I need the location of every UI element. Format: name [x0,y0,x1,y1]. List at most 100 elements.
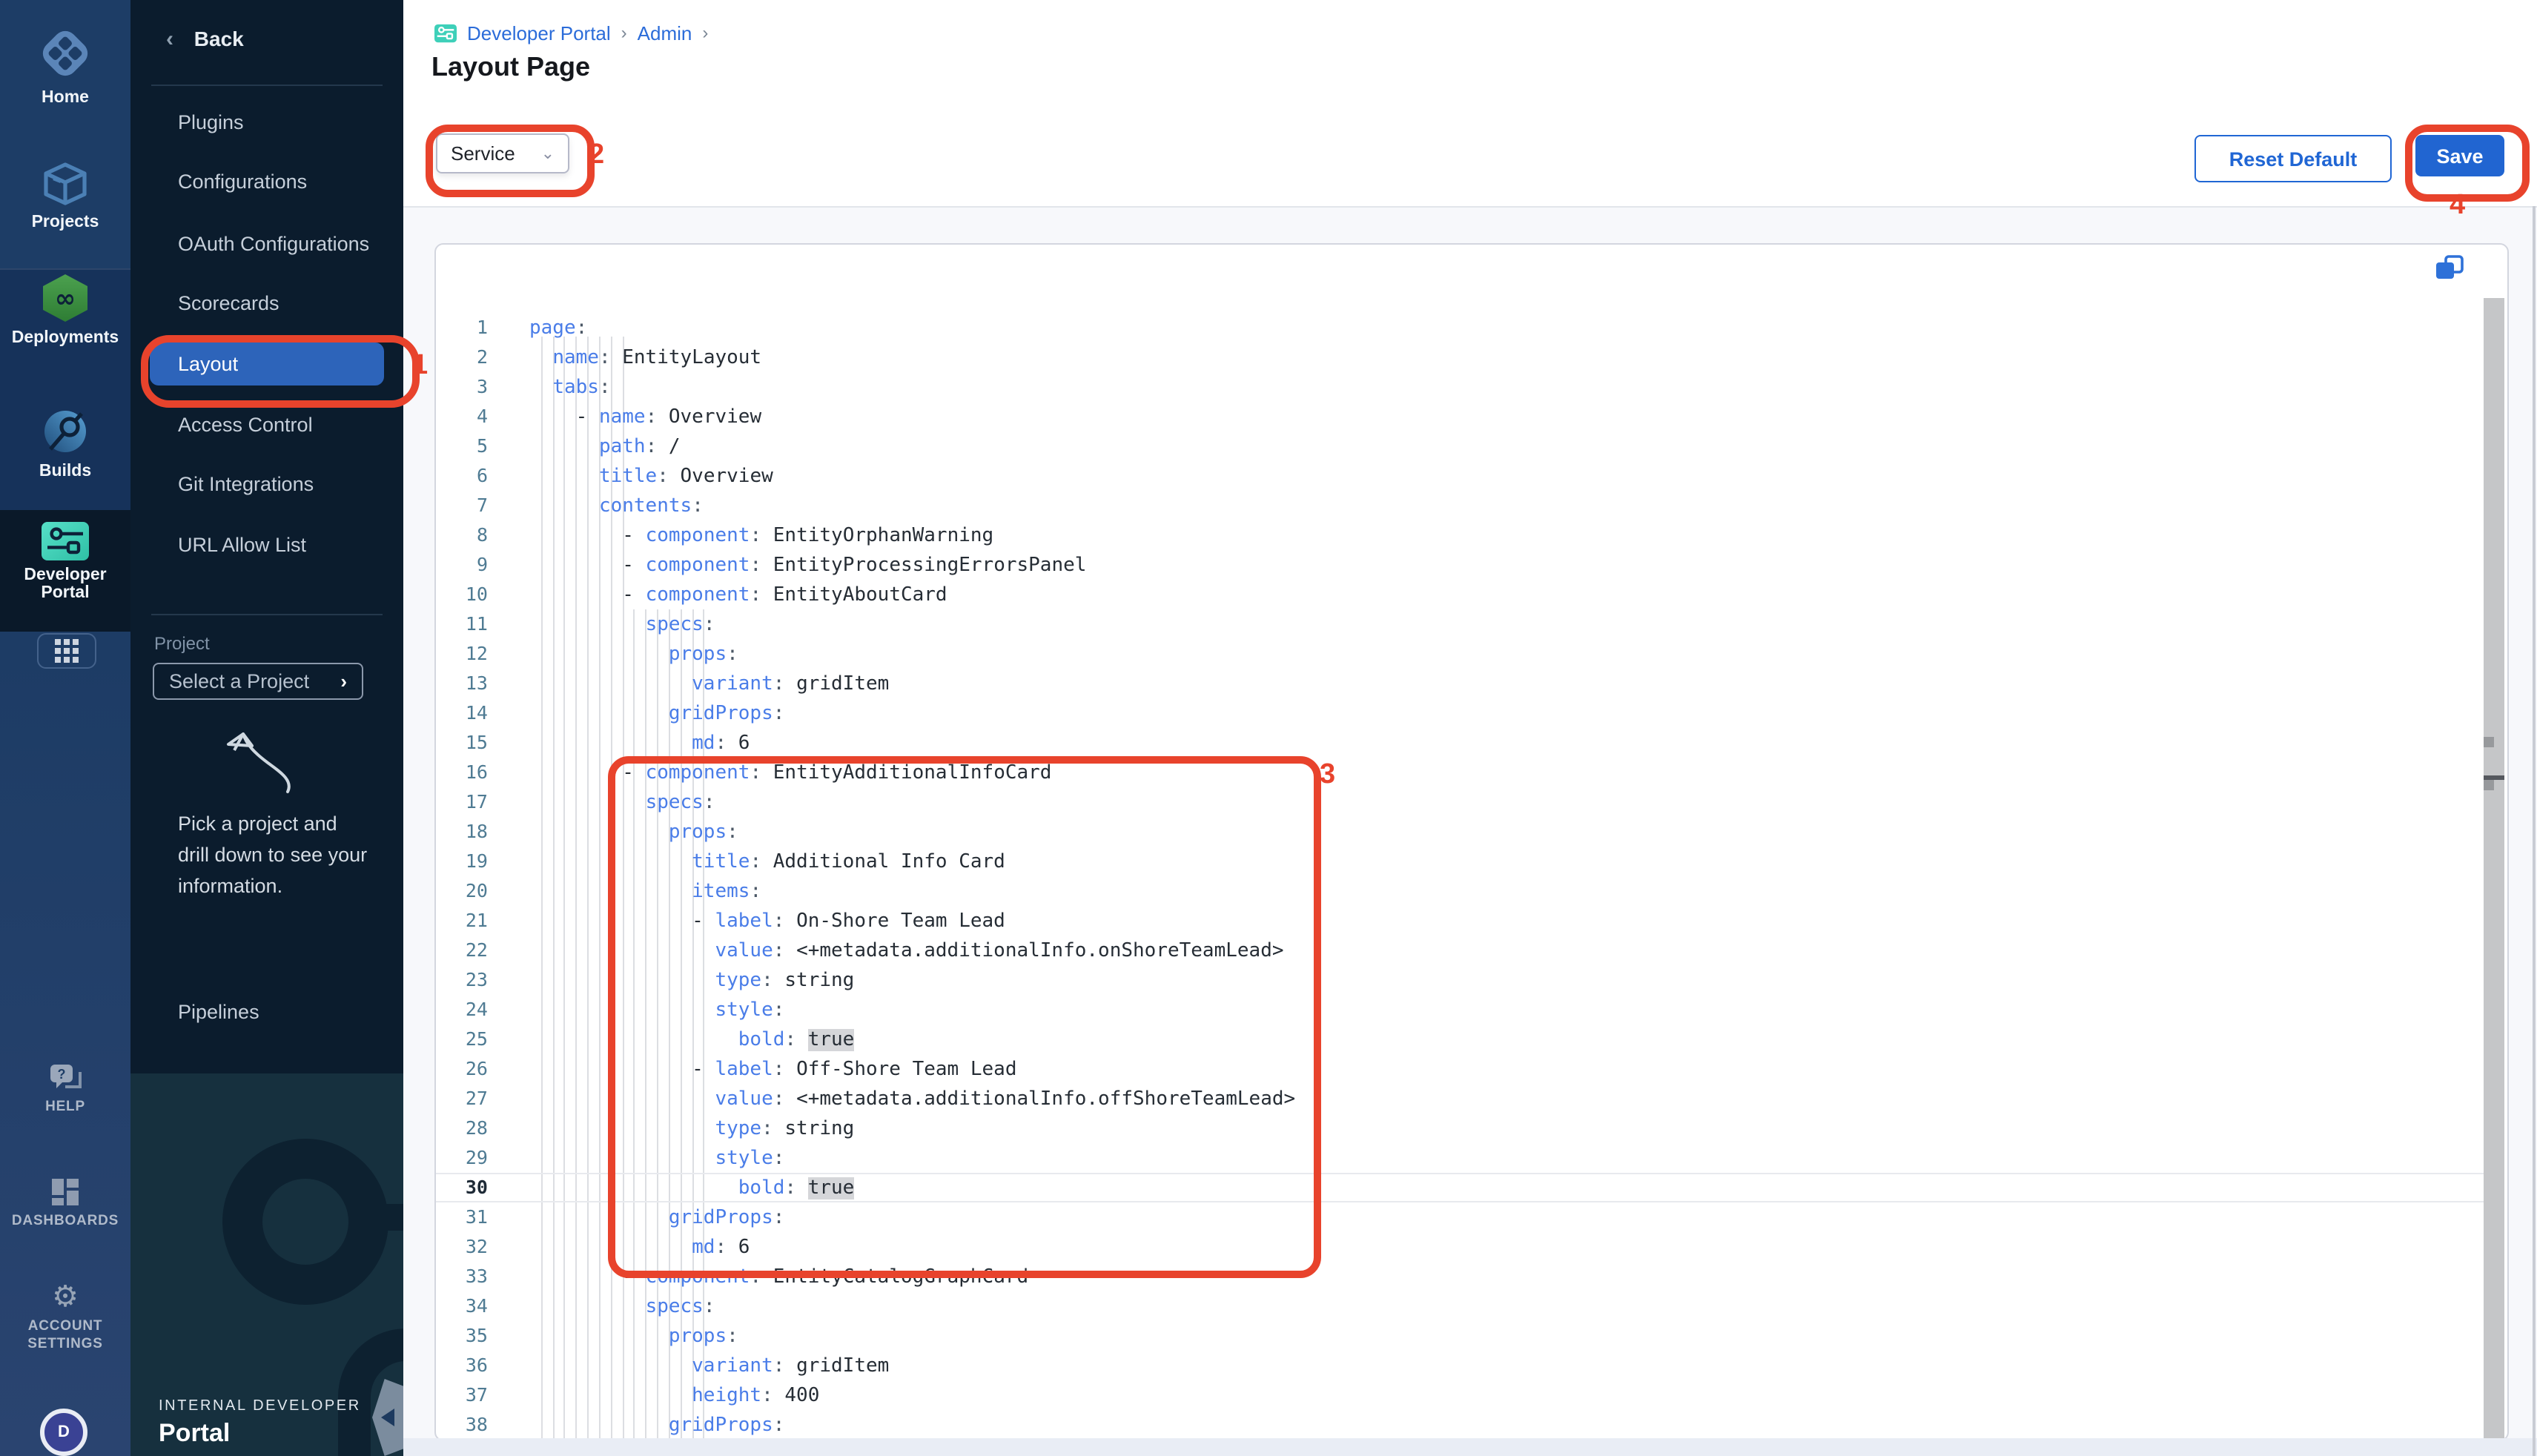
code-line-32[interactable]: 32 md: 6 [436,1232,2504,1262]
code-line-5[interactable]: 5 path: / [436,431,2504,461]
sidebar-item-plugins[interactable]: Plugins [178,111,244,133]
code-line-18[interactable]: 18 props: [436,817,2504,847]
sidebar-item-help[interactable]: ? HELP [0,1062,130,1116]
code-editor[interactable]: 1page:2 name: EntityLayout3 tabs:4 - nam… [436,313,2504,1440]
breadcrumb-admin[interactable]: Admin [638,21,692,44]
code-line-6[interactable]: 6 title: Overview [436,461,2504,491]
code-line-19[interactable]: 19 title: Additional Info Card [436,847,2504,876]
line-number: 33 [436,1262,488,1291]
sidebar-item-account-settings[interactable]: ⚙ ACCOUNT SETTINGS [0,1281,130,1354]
admin-sidenav: ‹ Back Plugins Configurations OAuth Config… [130,0,403,1456]
code-line-28[interactable]: 28 type: string [436,1113,2504,1143]
save-button[interactable]: Save [2415,135,2504,176]
code-line-8[interactable]: 8 - component: EntityOrphanWarning [436,520,2504,550]
code-line-24[interactable]: 24 style: [436,995,2504,1025]
help-chat-icon: ? [0,1062,130,1094]
sidebar-item-git-integrations[interactable]: Git Integrations [178,473,314,495]
code-line-38[interactable]: 38 gridProps: [436,1410,2504,1440]
line-number: 18 [436,817,488,847]
code-line-29[interactable]: 29 style: [436,1143,2504,1173]
code-line-2[interactable]: 2 name: EntityLayout [436,343,2504,372]
code-line-16[interactable]: 16 - component: EntityAdditionalInfoCard [436,758,2504,787]
entity-kind-select[interactable]: Service ⌄ [436,133,569,173]
code-line-21[interactable]: 21 - label: On-Shore Team Lead [436,906,2504,936]
sidebar-item-access-control[interactable]: Access Control [178,414,313,436]
chevron-left-icon: ‹ [166,27,173,52]
sidebar-item-builds[interactable]: Builds [0,406,130,482]
sidebar-item-dashboards[interactable]: DASHBOARDS [0,1176,130,1231]
code-line-30[interactable]: 30 bold: true [436,1173,2504,1202]
rail-label: DASHBOARDS [0,1213,130,1231]
sidebar-item-projects[interactable]: Projects [0,160,130,233]
code-text: specs: [488,614,715,636]
chevron-down-icon: ⌄ [541,144,555,163]
code-line-13[interactable]: 13 variant: gridItem [436,669,2504,698]
sidebar-item-developer-portal[interactable]: Developer Portal [0,522,130,602]
rail-label: ACCOUNT SETTINGS [18,1318,113,1354]
code-line-20[interactable]: 20 items: [436,876,2504,906]
builds-orbit-icon [0,406,130,457]
code-line-35[interactable]: 35 props: [436,1321,2504,1351]
code-line-27[interactable]: 27 value: <+metadata.additionalInfo.offS… [436,1084,2504,1113]
code-text: - component: EntityAdditionalInfoCard [488,762,1051,784]
line-number: 26 [436,1054,488,1084]
back-button[interactable]: ‹ Back [166,27,244,52]
code-line-34[interactable]: 34 specs: [436,1291,2504,1321]
sidebar-item-pipelines[interactable]: Pipelines [178,1001,259,1023]
code-line-25[interactable]: 25 bold: true [436,1025,2504,1054]
avatar[interactable]: D [40,1409,87,1456]
sidebar-item-layout[interactable]: Layout [150,343,384,385]
code-line-22[interactable]: 22 value: <+metadata.additionalInfo.onSh… [436,936,2504,965]
page-title: Layout Page [431,52,590,83]
code-text: - component: EntityAboutCard [488,584,947,606]
code-line-11[interactable]: 11 specs: [436,609,2504,639]
line-number: 34 [436,1291,488,1321]
code-line-9[interactable]: 9 - component: EntityProcessingErrorsPan… [436,550,2504,580]
window-scrollbar[interactable] [2533,206,2536,1456]
code-text: value: <+metadata.additionalInfo.offShor… [488,1088,1295,1111]
code-line-31[interactable]: 31 gridProps: [436,1202,2504,1232]
line-number: 9 [436,550,488,580]
sidebar-item-oauth-configurations[interactable]: OAuth Configurations [178,232,369,254]
editor-scrollbar[interactable] [2484,298,2504,1441]
sidebar-item-deployments[interactable]: ∞ Deployments [0,273,130,348]
code-line-1[interactable]: 1page: [436,313,2504,343]
decorative-bar [375,1204,403,1231]
entity-kind-value: Service [451,142,515,165]
rail-label: HELP [0,1099,130,1116]
copy-icon[interactable] [2435,255,2464,280]
code-line-23[interactable]: 23 type: string [436,965,2504,995]
sidebar-item-url-allow-list[interactable]: URL Allow List [178,533,306,555]
sidebar-item-home[interactable]: Home [0,24,130,108]
code-line-36[interactable]: 36 variant: gridItem [436,1351,2504,1380]
code-line-37[interactable]: 37 height: 400 [436,1380,2504,1410]
sidebar-item-scorecards[interactable]: Scorecards [178,292,280,314]
code-line-17[interactable]: 17 specs: [436,787,2504,817]
code-text: specs: [488,792,715,814]
sidebar-item-configurations[interactable]: Configurations [178,171,307,193]
breadcrumb-developer-portal[interactable]: Developer Portal [467,21,611,44]
line-number: 22 [436,936,488,965]
code-line-7[interactable]: 7 contents: [436,491,2504,520]
apps-grid-icon[interactable] [37,633,96,669]
code-text: bold: true [488,1029,854,1051]
code-line-14[interactable]: 14 gridProps: [436,698,2504,728]
code-text: type: string [488,1118,854,1140]
code-text: - label: Off-Shore Team Lead [488,1059,1017,1081]
code-line-15[interactable]: 15 md: 6 [436,728,2504,758]
line-number: 21 [436,906,488,936]
reset-default-button[interactable]: Reset Default [2194,135,2392,182]
code-line-4[interactable]: 4 - name: Overview [436,402,2504,431]
select-project-button[interactable]: Select a Project › [153,663,363,700]
line-number: 31 [436,1202,488,1232]
chevron-right-icon: › [702,22,708,43]
line-number: 6 [436,461,488,491]
sketch-arrow-icon [214,724,302,798]
rail-label: Developer Portal [0,566,130,602]
bottom-scroll-strip[interactable] [403,1438,2537,1456]
code-line-3[interactable]: 3 tabs: [436,372,2504,402]
code-line-33[interactable]: 33 - component: EntityCatalogGraphCard [436,1262,2504,1291]
code-line-26[interactable]: 26 - label: Off-Shore Team Lead [436,1054,2504,1084]
code-line-10[interactable]: 10 - component: EntityAboutCard [436,580,2504,609]
code-line-12[interactable]: 12 props: [436,639,2504,669]
